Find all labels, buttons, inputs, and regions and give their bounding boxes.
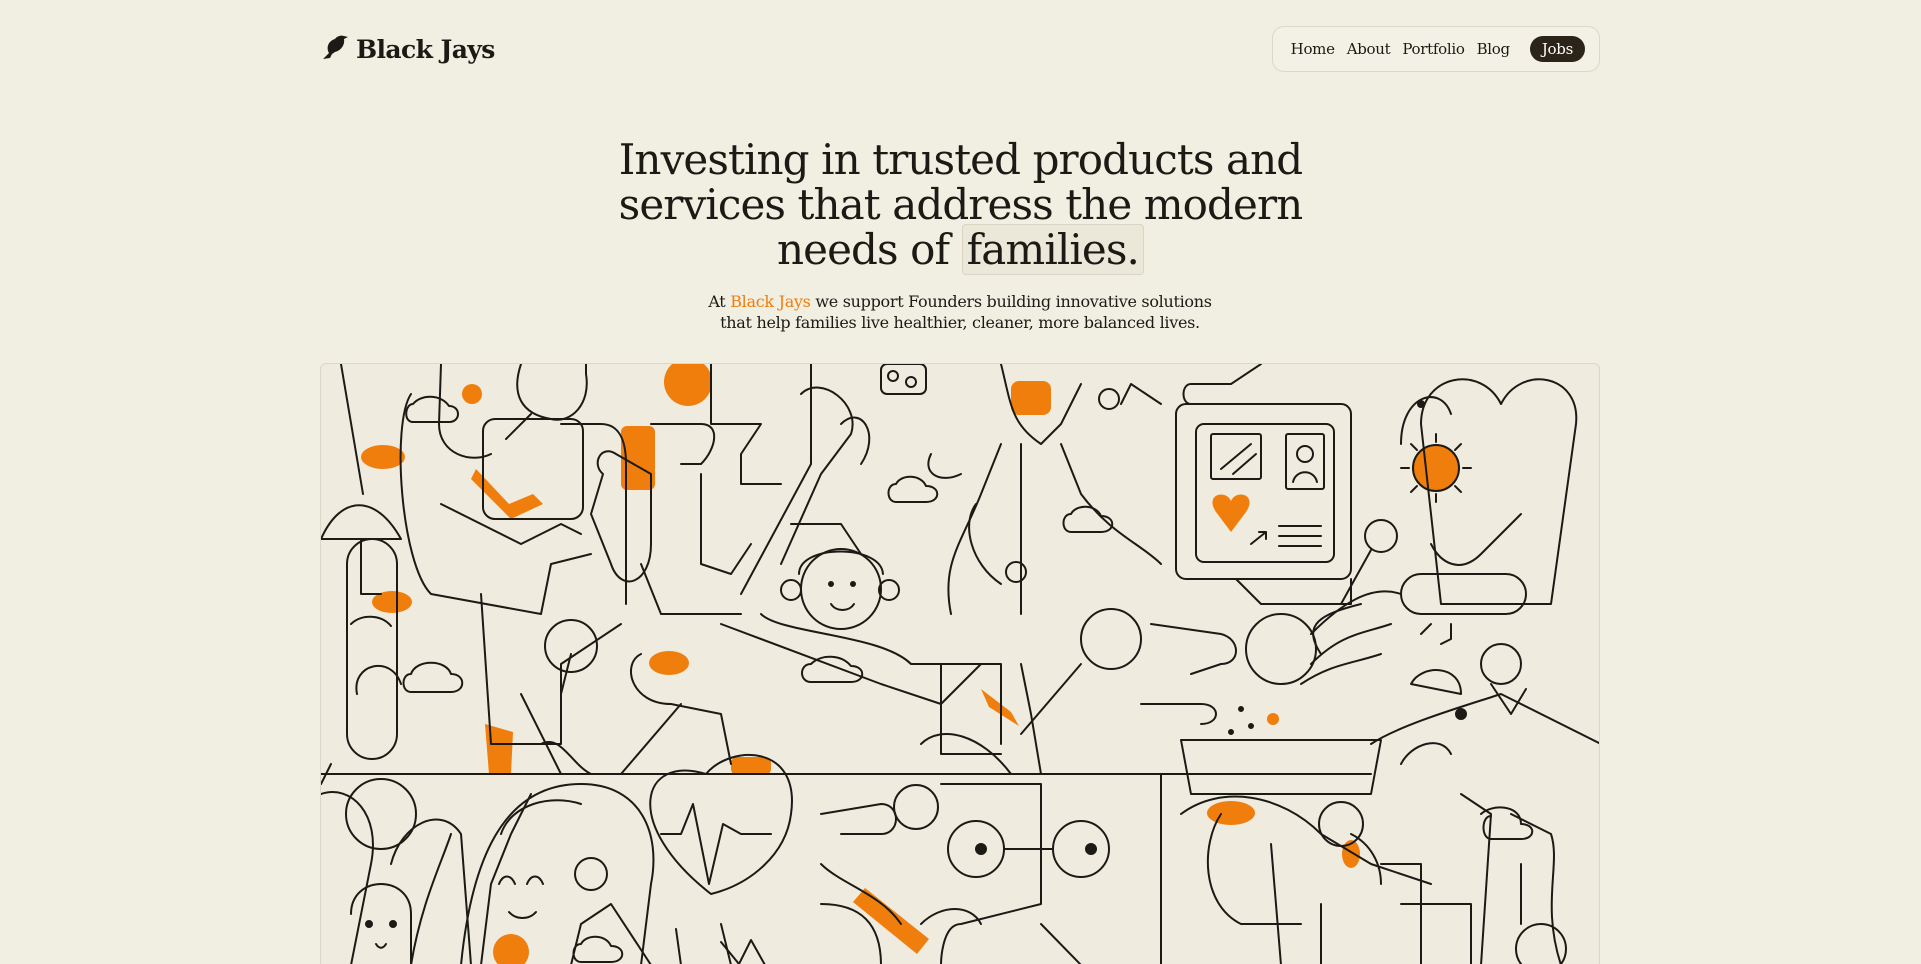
nav-home[interactable]: Home: [1287, 36, 1339, 62]
nav-portfolio[interactable]: Portfolio: [1398, 36, 1468, 62]
hero-sub-prefix: At: [708, 292, 731, 311]
site-header: Black Jays Home About Portfolio Blog Job…: [320, 26, 1600, 72]
hero-title-highlight: families.: [961, 224, 1144, 275]
nav-blog[interactable]: Blog: [1473, 36, 1514, 62]
hero-sub-rest: we support Founders building innovative …: [810, 292, 1212, 311]
hero-subtitle: At Black Jays we support Founders buildi…: [660, 291, 1260, 333]
jobs-button[interactable]: Jobs: [1529, 36, 1585, 62]
hero-title: Investing in trusted products and servic…: [600, 135, 1321, 275]
hero-sub-brand: Black Jays: [730, 292, 811, 311]
bird-icon: [320, 32, 350, 66]
line-art: [321, 364, 1599, 964]
brand-name: Black Jays: [356, 34, 495, 64]
hero-title-line-1: Investing in trusted products and: [618, 135, 1303, 184]
nav-about[interactable]: About: [1343, 36, 1395, 62]
main-nav: Home About Portfolio Blog Jobs: [1271, 26, 1600, 72]
hero-illustration: [320, 363, 1600, 964]
hero-title-line-2: services that address the modern: [618, 180, 1304, 229]
hero-title-line-3: needs of: [776, 225, 962, 274]
logo[interactable]: Black Jays: [320, 32, 495, 66]
hero-sub-line-2: that help families live healthier, clean…: [720, 313, 1200, 332]
